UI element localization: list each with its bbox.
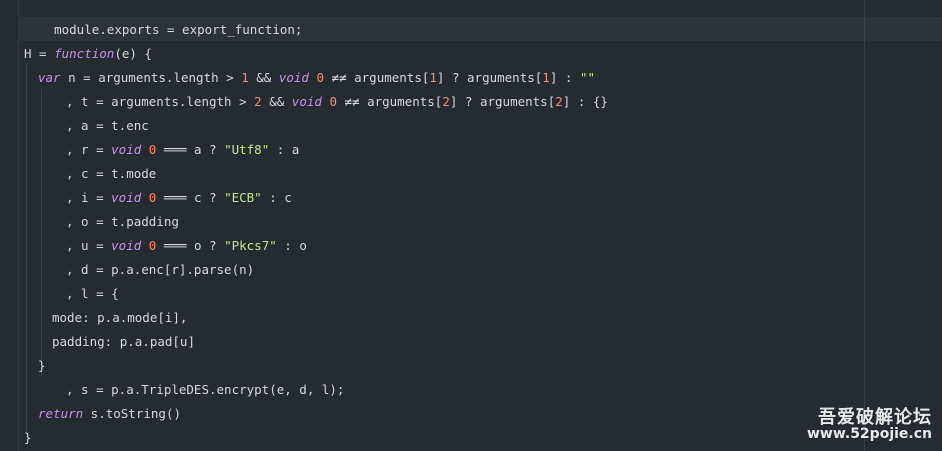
code-token: mode: p.a.mode[i], — [52, 310, 188, 325]
code-line-7[interactable]: , r = void 0 ═══ a ? "Utf8" : a — [66, 138, 299, 162]
code-token-keyword: return — [38, 406, 84, 421]
code-token: (e) { — [114, 46, 152, 61]
code-token: arguments[ — [354, 70, 430, 85]
code-token-number: 2 — [254, 94, 262, 109]
code-token-operator: ═══ — [156, 142, 194, 157]
code-token: H = — [24, 46, 55, 61]
code-line-8[interactable]: , c = t.mode — [66, 162, 156, 186]
code-token: o ? — [193, 238, 225, 253]
editor-gutter[interactable] — [0, 0, 18, 451]
code-line-17[interactable]: , s = p.a.TripleDES.encrypt(e, d, l); — [66, 378, 344, 402]
code-line-19[interactable]: } — [24, 426, 32, 450]
gutter-divider — [18, 0, 19, 451]
code-line-6[interactable]: , a = t.enc — [66, 114, 149, 138]
code-token-number: 1 — [241, 70, 249, 85]
code-token: , o = t.padding — [66, 214, 179, 229]
code-token-operator: ═══ — [156, 238, 194, 253]
code-line-13[interactable]: , l = { — [66, 282, 119, 306]
code-token-operator: ═══ — [156, 190, 194, 205]
code-token: } — [24, 430, 32, 445]
code-line-14[interactable]: mode: p.a.mode[i], — [52, 306, 187, 330]
code-token: , d = p.a.enc[r].parse(n) — [66, 262, 255, 277]
code-token: : a — [269, 142, 300, 157]
code-line-9[interactable]: , i = void 0 ═══ c ? "ECB" : c — [66, 186, 292, 210]
code-token: : c — [261, 190, 292, 205]
code-token: s.toString() — [83, 406, 181, 421]
code-line-11[interactable]: , u = void 0 ═══ o ? "Pkcs7" : o — [66, 234, 307, 258]
code-token: && — [261, 94, 292, 109]
code-token: , a = t.enc — [66, 118, 149, 133]
code-token-keyword: var — [38, 70, 61, 85]
code-token: , c = t.mode — [66, 166, 157, 181]
code-token: ] ? arguments[ — [449, 94, 556, 109]
code-token: , u = — [66, 238, 112, 253]
code-token-string: "Pkcs7" — [224, 238, 277, 253]
code-token-string: "ECB" — [224, 190, 262, 205]
code-token-number: 1 — [542, 70, 550, 85]
code-token: , t = arguments.length > — [66, 94, 255, 109]
code-token: n = arguments.length > — [60, 70, 242, 85]
code-token: ] ? arguments[ — [436, 70, 543, 85]
code-token-operator: ≠≠ — [324, 70, 355, 85]
code-token-number: 2 — [442, 94, 450, 109]
code-line-10[interactable]: , o = t.padding — [66, 210, 179, 234]
code-token-keyword: void — [278, 70, 309, 85]
code-token: padding: p.a.pad[u] — [52, 334, 195, 349]
code-token-keyword: void — [111, 238, 142, 253]
code-token-keyword: void — [111, 142, 142, 157]
code-token: , r = — [66, 142, 112, 157]
code-editor[interactable]: module.exports = export_function; H = fu… — [0, 0, 942, 451]
code-token: , l = { — [66, 286, 119, 301]
code-token-number: 0 — [316, 70, 325, 85]
code-line-15[interactable]: padding: p.a.pad[u] — [52, 330, 195, 354]
right-margin-guide — [864, 0, 865, 451]
code-line-4[interactable]: var n = arguments.length > 1 && void 0 ≠… — [38, 66, 595, 90]
watermark-url: www.52pojie.cn — [806, 426, 932, 442]
indent-guide — [41, 89, 42, 377]
code-token: c ? — [193, 190, 225, 205]
code-line-12[interactable]: , d = p.a.enc[r].parse(n) — [66, 258, 254, 282]
code-token: , i = — [66, 190, 112, 205]
code-line-3[interactable]: H = function(e) { — [24, 42, 152, 66]
code-token: ] : {} — [562, 94, 608, 109]
code-token: : o — [276, 238, 307, 253]
code-token-keyword: void — [111, 190, 142, 205]
code-line-5[interactable]: , t = arguments.length > 2 && void 0 ≠≠ … — [66, 90, 608, 114]
code-token: , s = p.a.TripleDES.encrypt(e, d, l); — [66, 382, 345, 397]
code-token: arguments[ — [367, 94, 443, 109]
code-token-string: "Utf8" — [224, 142, 270, 157]
code-token: module.exports = export_function; — [54, 22, 303, 37]
code-token-keyword: void — [291, 94, 322, 109]
code-token-operator: ≠≠ — [336, 94, 368, 109]
code-token: a ? — [193, 142, 225, 157]
code-token-keyword: function — [54, 46, 115, 61]
code-token: && — [248, 70, 279, 85]
code-line-16[interactable]: } — [38, 354, 46, 378]
code-token-number: 1 — [429, 70, 437, 85]
code-token-number: 2 — [555, 94, 563, 109]
code-token: } — [38, 358, 46, 373]
code-token-string: "" — [579, 70, 595, 85]
code-token-number: 0 — [329, 94, 337, 109]
indent-guide — [26, 65, 27, 437]
code-token: ] : — [549, 70, 580, 85]
code-line-1[interactable]: module.exports = export_function; — [24, 0, 302, 37]
code-line-18[interactable]: return s.toString() — [38, 402, 181, 426]
